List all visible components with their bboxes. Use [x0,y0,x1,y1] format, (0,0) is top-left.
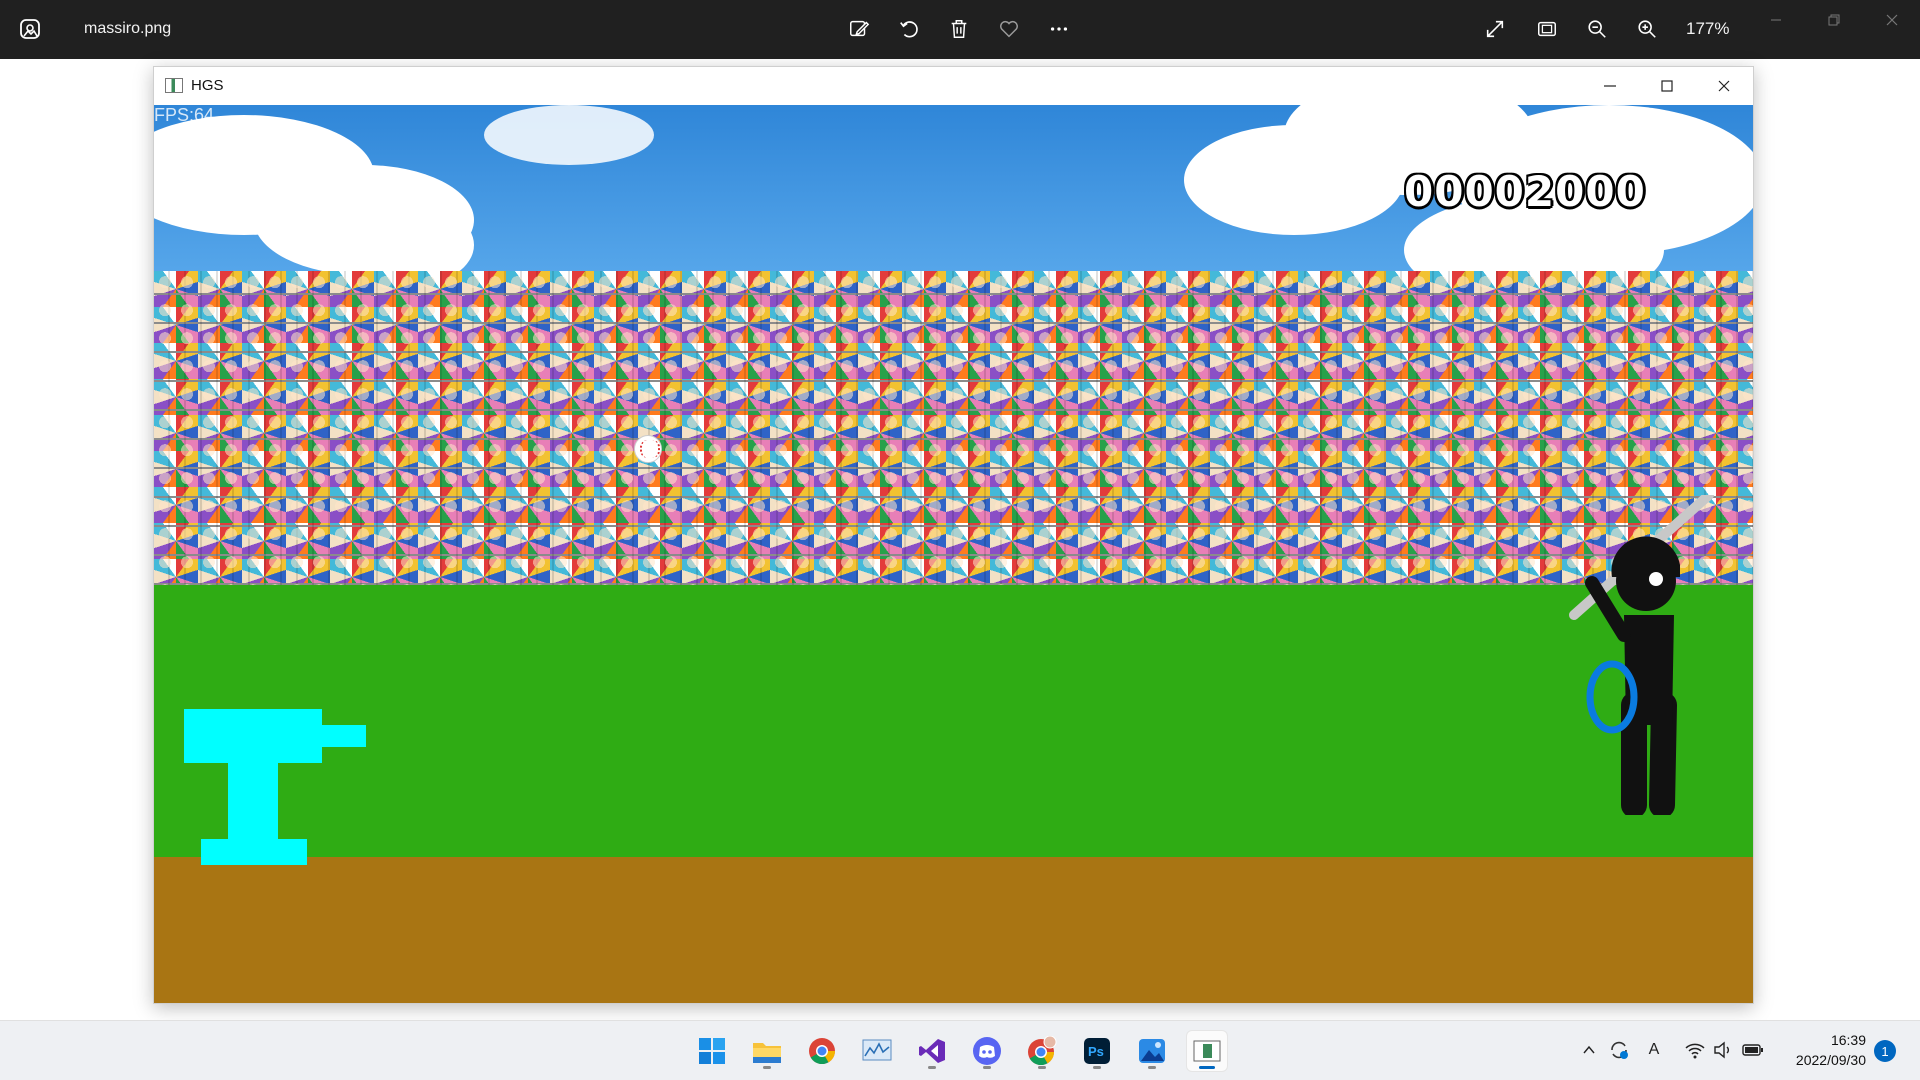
viewer-minimize-icon[interactable] [1758,8,1794,32]
discord-button[interactable] [967,1031,1007,1071]
svg-text:Ps: Ps [1088,1044,1104,1059]
taskbar: Ps A 16:39 2022/09/30 1 [0,1020,1920,1080]
zoom-out-icon[interactable] [1582,14,1612,44]
notification-badge[interactable]: 1 [1874,1040,1896,1062]
infield-dirt [154,857,1753,1003]
clock-date: 2022/09/30 [1795,1052,1866,1068]
batter-figure [1569,495,1714,815]
more-icon[interactable] [1044,14,1074,44]
battery-icon[interactable] [1742,1039,1764,1061]
edit-image-icon[interactable] [844,14,874,44]
fps-counter: FPS:64 [154,105,215,125]
windows-logo-icon [699,1038,725,1064]
wifi-icon[interactable] [1684,1039,1706,1061]
zoom-level[interactable]: 177% [1686,19,1729,39]
folder-icon [753,1043,781,1063]
delete-icon[interactable] [944,14,974,44]
monitor-graph-icon [862,1039,892,1061]
window-title: HGS [191,77,224,94]
fit-window-icon[interactable] [1532,14,1562,44]
score-display: 00002000 [1404,167,1646,216]
photos-app-icon[interactable] [18,17,42,41]
discord-icon [973,1037,1001,1065]
hgs-taskbar-button[interactable] [1187,1031,1227,1071]
visual-studio-button[interactable] [912,1031,952,1071]
file-explorer-button[interactable] [747,1031,787,1071]
photo-viewer-toolbar: massiro.png 177% [0,0,1920,59]
chrome-profile-icon [1028,1036,1057,1066]
start-button[interactable] [692,1031,732,1071]
maximize-button[interactable] [1638,67,1696,105]
volume-icon[interactable] [1712,1039,1734,1061]
baseball [634,435,662,463]
chrome-button[interactable] [802,1031,842,1071]
hgs-titlebar[interactable]: HGS [154,67,1753,105]
sync-icon[interactable] [1608,1039,1630,1061]
viewer-restore-icon[interactable] [1816,8,1852,32]
resource-monitor-button[interactable] [857,1031,897,1071]
chrome-profile-button[interactable] [1022,1031,1062,1071]
chrome-icon [809,1038,836,1065]
fullscreen-icon[interactable] [1480,14,1510,44]
ime-indicator[interactable]: A [1643,1039,1665,1061]
close-button[interactable] [1695,67,1753,105]
file-name: massiro.png [84,20,172,37]
hgs-app-icon [1193,1040,1221,1062]
rotate-icon[interactable] [894,14,924,44]
viewer-close-icon[interactable] [1874,8,1910,32]
minimize-button[interactable] [1581,67,1639,105]
game-canvas[interactable]: FPS:64 00002000 [154,105,1753,1003]
favorite-icon[interactable] [994,14,1024,44]
photoshop-icon: Ps [1084,1038,1110,1064]
hgs-app-icon [165,78,183,93]
visual-studio-icon [919,1039,945,1063]
clock-time: 16:39 [1830,1032,1866,1048]
photos-button[interactable] [1132,1031,1172,1071]
hgs-window: HGS FPS:64 00002000 [153,66,1754,1004]
chevron-up-icon[interactable] [1578,1039,1600,1061]
photoshop-button[interactable]: Ps [1077,1031,1117,1071]
zoom-in-icon[interactable] [1632,14,1662,44]
system-clock[interactable]: 16:39 2022/09/30 [1780,1030,1866,1070]
photos-icon [1139,1039,1165,1063]
